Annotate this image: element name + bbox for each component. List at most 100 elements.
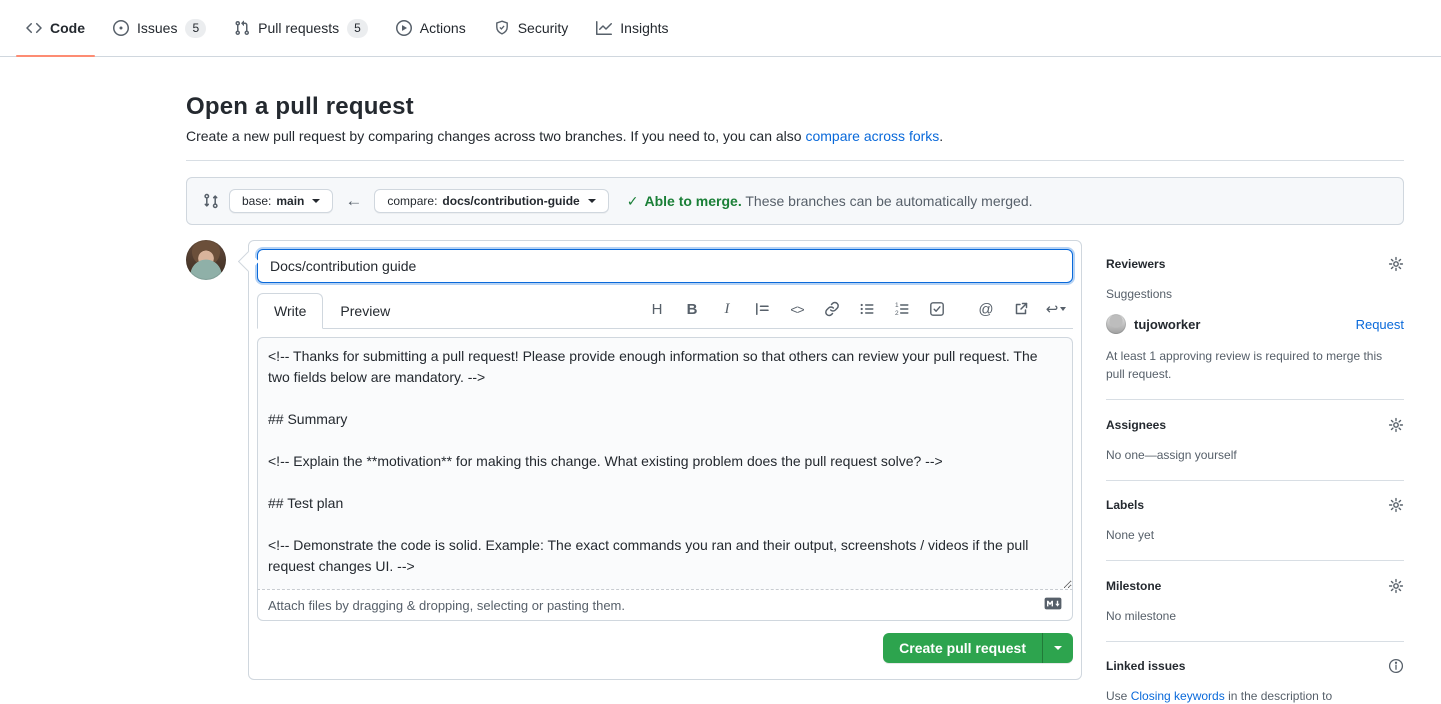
assignees-body: No one—assign yourself [1106, 446, 1404, 464]
issue-opened-icon [113, 20, 129, 36]
tab-write[interactable]: Write [257, 293, 323, 329]
tab-actions[interactable]: Actions [386, 0, 476, 56]
tab-label: Code [50, 20, 85, 36]
closing-keywords-link[interactable]: Closing keywords [1131, 689, 1225, 703]
create-pull-request-dropdown[interactable] [1042, 633, 1073, 663]
reply-arrow-icon: ↩ [1046, 300, 1059, 318]
subtitle-text: Create a new pull request by comparing c… [186, 128, 805, 144]
ordered-list-icon[interactable]: 12 [893, 300, 911, 318]
editor-tabs: Write Preview [257, 293, 407, 328]
tab-label: Insights [620, 20, 668, 36]
reviewer-suggestion-row: tujoworker Request [1106, 314, 1404, 334]
review-requirement-note: At least 1 approving review is required … [1106, 347, 1404, 383]
saved-replies-icon[interactable]: ↩ [1047, 300, 1065, 318]
tab-label: Security [518, 20, 569, 36]
mention-icon[interactable]: @ [977, 300, 995, 318]
request-review-link[interactable]: Request [1356, 317, 1404, 332]
git-compare-icon [203, 193, 219, 209]
tab-label: Pull requests [258, 20, 339, 36]
compare-across-forks-link[interactable]: compare across forks [805, 128, 939, 144]
chevron-down-icon [1060, 307, 1066, 311]
create-pull-request-button[interactable]: Create pull request [883, 633, 1042, 663]
link-icon[interactable] [823, 300, 841, 318]
tab-pull-requests[interactable]: Pull requests 5 [224, 0, 378, 56]
reviewer-username: tujoworker [1134, 317, 1356, 332]
labels-section: Labels None yet [1106, 497, 1404, 561]
linked-issues-section: Linked issues Use Closing keywords in th… [1106, 658, 1404, 704]
tab-issues[interactable]: Issues 5 [103, 0, 216, 56]
task-list-icon[interactable] [928, 300, 946, 318]
reviewers-suggestions-label: Suggestions [1106, 285, 1404, 303]
svg-text:2: 2 [895, 310, 899, 317]
labels-title: Labels [1106, 498, 1144, 512]
assignees-gear-icon[interactable] [1388, 416, 1404, 432]
tab-label: Actions [420, 20, 466, 36]
reviewers-title: Reviewers [1106, 257, 1165, 271]
linked-issues-body: Use Closing keywords in the description … [1106, 687, 1404, 704]
compare-label: compare: [387, 194, 437, 208]
base-label: base: [242, 194, 271, 208]
tab-insights[interactable]: Insights [586, 0, 678, 56]
form-actions: Create pull request [257, 621, 1073, 671]
labels-body: None yet [1106, 526, 1404, 544]
quote-icon[interactable] [753, 300, 771, 318]
reviewer-avatar [1106, 314, 1126, 334]
user-avatar [186, 240, 226, 280]
git-pull-request-icon [234, 20, 250, 36]
merge-status: ✓Able to merge. These branches can be au… [627, 193, 1033, 210]
milestone-title: Milestone [1106, 579, 1161, 593]
tab-label: Issues [137, 20, 177, 36]
page-subtitle: Create a new pull request by comparing c… [186, 128, 1404, 144]
assignees-section: Assignees No one—assign yourself [1106, 416, 1404, 480]
compare-branch-name: docs/contribution-guide [442, 194, 579, 208]
code-icon[interactable]: <> [788, 300, 806, 318]
subtitle-period: . [939, 128, 943, 144]
editor-header: Write Preview H B I <> 12 @ ↩ [257, 293, 1073, 329]
pr-form-card: Write Preview H B I <> 12 @ ↩ [248, 240, 1082, 680]
divider [186, 160, 1404, 161]
attach-files-hint: Attach files by dragging & dropping, sel… [268, 598, 625, 613]
bold-icon[interactable]: B [683, 300, 701, 318]
page-title: Open a pull request [186, 93, 1404, 121]
italic-icon[interactable]: I [718, 300, 736, 318]
attach-files-bar[interactable]: Attach files by dragging & dropping, sel… [257, 589, 1073, 621]
svg-text:1: 1 [895, 302, 899, 309]
reviewers-section: Reviewers Suggestions tujoworker Request… [1106, 256, 1404, 400]
base-branch-name: main [276, 194, 304, 208]
milestone-body: No milestone [1106, 607, 1404, 625]
markdown-toolbar: H B I <> 12 @ ↩ [648, 300, 1073, 328]
milestone-section: Milestone No milestone [1106, 577, 1404, 641]
code-icon [26, 20, 42, 36]
linked-issues-title: Linked issues [1106, 659, 1185, 673]
shield-icon [494, 20, 510, 36]
repo-nav: Code Issues 5 Pull requests 5 Actions Se… [0, 0, 1441, 57]
chevron-down-icon [588, 199, 596, 203]
base-branch-button[interactable]: base: main [229, 189, 333, 213]
info-icon[interactable] [1388, 658, 1404, 674]
tab-security[interactable]: Security [484, 0, 579, 56]
heading-icon[interactable]: H [648, 300, 666, 318]
pull-requests-count-badge: 5 [347, 19, 368, 38]
chevron-down-icon [312, 199, 320, 203]
tab-preview[interactable]: Preview [323, 293, 407, 329]
compare-branch-button[interactable]: compare: docs/contribution-guide [374, 189, 608, 213]
arrow-left-icon: ← [343, 191, 364, 211]
branch-selector-bar: base: main ← compare: docs/contribution-… [186, 177, 1404, 225]
merge-status-bold: Able to merge. [644, 193, 741, 209]
pr-description-textarea[interactable]: <!-- Thanks for submitting a pull reques… [257, 337, 1073, 589]
tab-code[interactable]: Code [16, 0, 95, 56]
assignees-title: Assignees [1106, 418, 1166, 432]
markdown-icon[interactable] [1044, 597, 1062, 613]
unordered-list-icon[interactable] [858, 300, 876, 318]
linked-issues-text: Use [1106, 689, 1131, 703]
cross-reference-icon[interactable] [1012, 300, 1030, 318]
graph-icon [596, 20, 612, 36]
pr-sidebar: Reviewers Suggestions tujoworker Request… [1106, 240, 1404, 704]
milestone-gear-icon[interactable] [1388, 577, 1404, 593]
check-icon: ✓ [627, 193, 639, 209]
play-icon [396, 20, 412, 36]
reviewers-gear-icon[interactable] [1388, 256, 1404, 272]
chevron-down-icon [1054, 646, 1062, 650]
pr-title-input[interactable] [257, 249, 1073, 283]
labels-gear-icon[interactable] [1388, 497, 1404, 513]
